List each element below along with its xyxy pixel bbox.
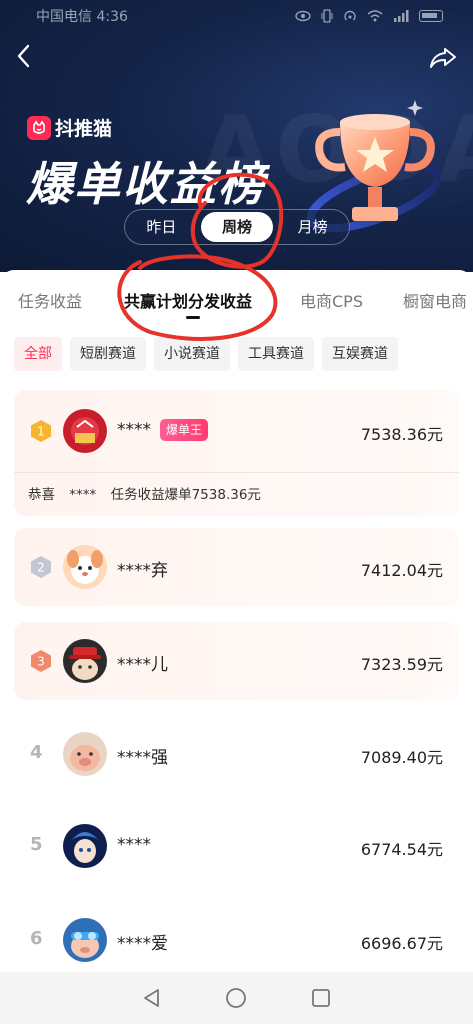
svg-text:1: 1	[37, 425, 45, 439]
silver-rank-badge-icon: 2	[31, 556, 51, 578]
brand-name: 抖推猫	[55, 118, 113, 140]
back-button[interactable]	[16, 44, 30, 75]
filter-chips: 全部 短剧赛道 小说赛道 工具赛道 互娱赛道	[14, 337, 398, 371]
header-banner: 中国电信 4:36 AODA 抖推猫 爆单收益榜	[0, 0, 473, 272]
income-amount: 7412.04元	[360, 561, 443, 580]
income-amount: 6774.54元	[360, 840, 443, 859]
nav-back-button[interactable]	[137, 983, 167, 1013]
user-name: ****爱	[117, 934, 168, 954]
category-tabs: 任务收益 共赢计划分发收益 电商CPS 橱窗电商	[0, 270, 473, 326]
user-name: ****儿	[117, 655, 168, 675]
triangle-back-icon	[144, 989, 160, 1007]
tab-showcase-ecommerce[interactable]: 橱窗电商	[403, 288, 467, 312]
signal-icon	[394, 10, 409, 22]
chip-entertainment[interactable]: 互娱赛道	[322, 337, 398, 371]
pig-avatar	[63, 732, 107, 776]
share-icon	[430, 48, 456, 68]
cat-in-hat-avatar	[63, 639, 107, 683]
hot-badge: 爆单王	[160, 419, 209, 441]
tab-yesterday[interactable]: 昨日	[125, 209, 198, 245]
rank-row-5[interactable]: 5 **** 6774.54元	[14, 806, 459, 888]
tab-win-win-plan[interactable]: 共赢计划分发收益	[124, 288, 252, 312]
battery-icon	[419, 10, 443, 22]
anime-boy-avatar	[63, 824, 107, 868]
rank-number: 6	[30, 928, 43, 949]
pig-goggles-avatar	[63, 918, 107, 962]
system-nav-bar	[0, 972, 473, 1024]
tab-monthly[interactable]: 月榜	[276, 209, 349, 245]
nav-home-button[interactable]	[221, 983, 251, 1013]
gift-box-avatar	[63, 409, 107, 453]
user-name: ****弃	[117, 561, 168, 581]
rank-number: 4	[30, 742, 43, 763]
tab-task-income[interactable]: 任务收益	[18, 288, 82, 312]
bronze-rank-badge-icon: 3	[31, 650, 51, 672]
rank-card-3[interactable]: 3 ****儿 7323.59元	[14, 622, 459, 700]
congrats-text: 任务收益爆单7538.36元	[110, 487, 261, 503]
rank-number: 5	[30, 834, 43, 855]
svg-text:2: 2	[37, 561, 45, 575]
vibrate-icon	[321, 9, 333, 23]
gold-rank-badge-icon: 1	[31, 420, 51, 442]
page-title: 爆单收益榜	[26, 157, 266, 211]
carrier-time: 中国电信 4:36	[36, 9, 128, 25]
period-tabs: 昨日 周榜 月榜	[124, 209, 350, 245]
rank-row-6[interactable]: 6 ****爱 6696.67元	[14, 900, 459, 982]
user-name: ****	[117, 420, 151, 440]
chip-tools[interactable]: 工具赛道	[238, 337, 314, 371]
congrats-prefix: 恭喜	[28, 487, 55, 503]
active-tab-indicator	[186, 316, 200, 319]
chip-all[interactable]: 全部	[14, 337, 62, 371]
hotspot-icon	[344, 10, 356, 21]
square-recents-icon	[311, 989, 330, 1007]
user-name: ****	[117, 835, 151, 855]
income-amount: 7323.59元	[360, 655, 443, 674]
rank-row-4[interactable]: 4 ****强 7089.40元	[14, 714, 459, 796]
brand: 抖推猫	[27, 114, 112, 141]
nav-recents-button[interactable]	[306, 983, 336, 1013]
congrats-name: ****	[69, 487, 97, 503]
chip-short-drama[interactable]: 短剧赛道	[70, 337, 146, 371]
rank-card-1[interactable]: 1 **** 爆单王 7538.36元 恭喜 **** 任务收益爆单7538.3…	[14, 390, 459, 516]
congrats-note: 恭喜 **** 任务收益爆单7538.36元	[14, 472, 459, 516]
tab-weekly[interactable]: 周榜	[200, 212, 274, 242]
brand-logo-icon	[27, 115, 51, 140]
circle-home-icon	[226, 988, 247, 1008]
status-bar: 中国电信 4:36	[0, 0, 473, 32]
svg-text:3: 3	[37, 655, 45, 669]
tab-ecommerce-cps[interactable]: 电商CPS	[300, 288, 363, 312]
income-amount: 7538.36元	[360, 425, 443, 444]
chip-novel[interactable]: 小说赛道	[154, 337, 230, 371]
wifi-icon	[367, 10, 383, 22]
rank-card-2[interactable]: 2 ****弃 7412.04元	[14, 528, 459, 606]
cartoon-dog-avatar	[63, 545, 107, 589]
status-icons	[295, 9, 443, 23]
user-name: ****强	[117, 748, 168, 768]
income-amount: 7089.40元	[360, 748, 443, 767]
share-button[interactable]	[429, 46, 457, 76]
chevron-left-icon	[17, 44, 30, 68]
eye-icon	[295, 10, 311, 22]
income-amount: 6696.67元	[360, 934, 443, 953]
